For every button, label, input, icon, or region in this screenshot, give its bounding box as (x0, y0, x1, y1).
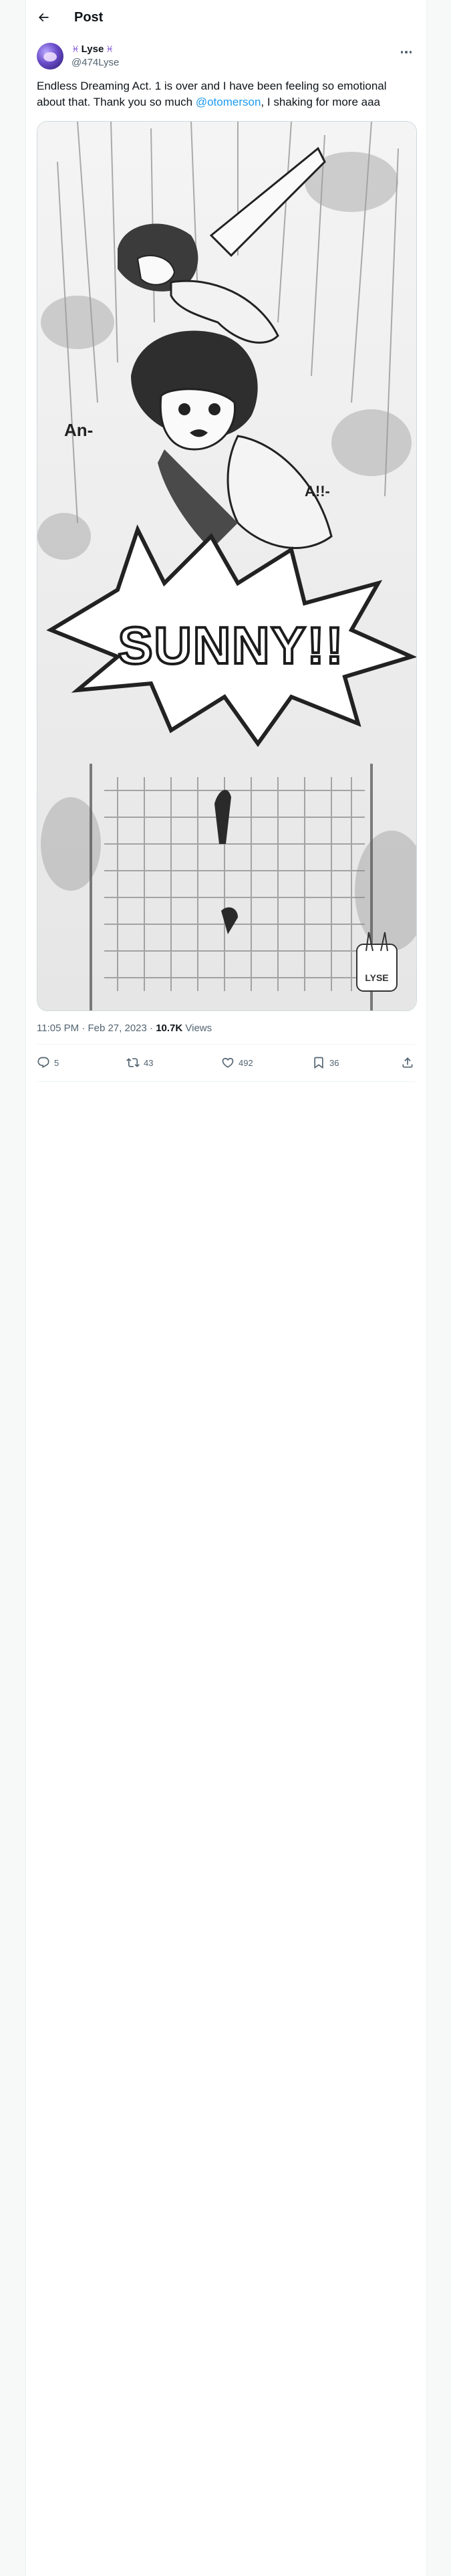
repost-icon (126, 1058, 140, 1067)
reply-button[interactable]: 5 (37, 1048, 59, 1077)
user-handle[interactable]: @474Lyse (71, 56, 119, 70)
like-button[interactable]: 492 (221, 1048, 253, 1077)
reply-icon (37, 1057, 49, 1069)
tweet-meta: 11:05 PM · Feb 27, 2023 · 10.7K Views (37, 1022, 212, 1035)
sfx-main-text: SUNNY!! (118, 616, 345, 675)
views-label: Views (185, 1023, 212, 1034)
heart-icon (222, 1057, 234, 1068)
more-dot-icon (405, 51, 408, 53)
divider (37, 1044, 416, 1045)
share-icon (402, 1057, 413, 1068)
repost-button[interactable]: 43 (126, 1048, 153, 1077)
page-title: Post (74, 10, 104, 25)
meta-separator: · (150, 1023, 154, 1034)
bookmark-button[interactable]: 36 (312, 1048, 339, 1077)
author-names: ♓ Lyse ♓ @474Lyse (71, 43, 119, 70)
action-bar: 5 43 492 36 (37, 1048, 416, 1077)
sfx-left-text: An- (64, 420, 93, 440)
sfx-right-text: A!!- (305, 483, 330, 500)
pisces-emoji-icon: ♓ (106, 44, 114, 54)
reply-count: 5 (54, 1057, 59, 1068)
main-column: Post ♓ Lyse ♓ @474Lyse Endless Dreaming … (25, 0, 427, 2576)
divider (37, 1081, 416, 1082)
share-button[interactable] (401, 1048, 414, 1077)
mention-link[interactable]: @otomerson (196, 96, 261, 108)
meta-separator: · (82, 1023, 86, 1034)
tweet-time[interactable]: 11:05 PM (37, 1023, 79, 1034)
tweet-text-part: , I shaking for more aaa (261, 96, 381, 108)
back-button[interactable] (35, 9, 51, 25)
display-name-text: Lyse (81, 43, 104, 55)
display-name[interactable]: ♓ Lyse ♓ (71, 43, 119, 56)
repost-count: 43 (144, 1057, 154, 1068)
more-options-button[interactable] (397, 45, 416, 59)
bookmark-count: 36 (329, 1057, 339, 1068)
views-count: 10.7K (156, 1023, 183, 1034)
signature-text: LYSE (365, 972, 388, 983)
tweet-media-image[interactable]: SUNNY!! An- A!!- LYSE (37, 121, 417, 1011)
page-header: Post (26, 0, 426, 35)
bookmark-icon (314, 1057, 323, 1069)
arrow-left-icon (38, 13, 49, 22)
illustration: SUNNY!! An- A!!- LYSE (37, 122, 416, 1010)
tweet-date[interactable]: Feb 27, 2023 (88, 1023, 146, 1034)
like-count: 492 (239, 1057, 253, 1068)
more-dot-icon (400, 51, 404, 53)
tweet-text: Endless Dreaming Act. 1 is over and I ha… (37, 78, 416, 110)
more-dot-icon (409, 51, 412, 53)
avatar[interactable] (37, 43, 63, 70)
tweet-author: ♓ Lyse ♓ @474Lyse (37, 43, 416, 72)
pisces-emoji-icon: ♓ (71, 44, 80, 54)
